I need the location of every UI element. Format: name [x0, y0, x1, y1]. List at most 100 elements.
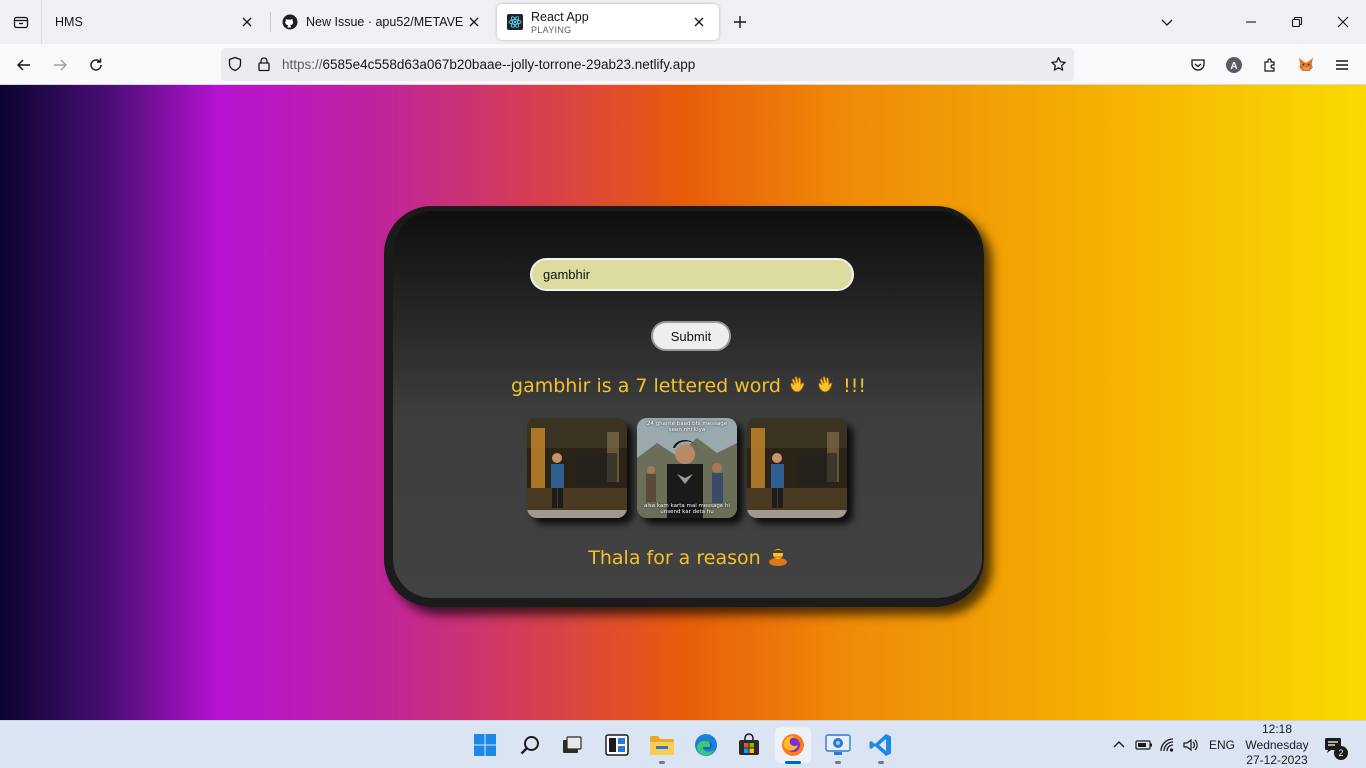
store-bag-icon — [739, 733, 759, 755]
forward-button[interactable] — [45, 50, 75, 80]
firefox-icon — [782, 734, 804, 756]
tab-list-button[interactable] — [0, 0, 42, 44]
word-card: Submit gambhir is a 7 lettered word !!! — [384, 206, 984, 607]
running-indicator — [835, 761, 841, 764]
close-icon — [1337, 16, 1349, 28]
minimize-button[interactable] — [1228, 0, 1274, 44]
clock-time: 12:18 — [1261, 722, 1293, 736]
tab-new-issue[interactable]: New Issue · apu52/METAVERSE — [272, 4, 494, 40]
tab-title: HMS — [55, 15, 83, 29]
widgets-button[interactable] — [599, 727, 635, 763]
battery-status[interactable] — [1134, 735, 1154, 755]
forward-arrow-icon — [54, 59, 67, 71]
speaker-icon — [1183, 738, 1198, 752]
restore-button[interactable] — [1274, 0, 1320, 44]
input-language-indicator[interactable]: ENG — [1209, 738, 1235, 752]
url-host: 6585e4c558d63a067b20baae--jolly-torrone-… — [322, 57, 696, 72]
battery-icon — [1135, 740, 1152, 750]
windows-logo-icon — [474, 734, 496, 756]
remote-desktop-button[interactable] — [820, 727, 856, 764]
store-button[interactable] — [731, 727, 767, 763]
tab-close-button[interactable] — [689, 12, 709, 32]
tracking-protection-shield-icon[interactable] — [227, 56, 243, 77]
remote-desktop-icon — [825, 734, 851, 755]
edge-icon — [695, 734, 717, 756]
plus-icon — [734, 16, 746, 28]
tab-react-app[interactable]: React App PLAYING — [497, 4, 719, 40]
bowing-person-icon — [767, 545, 789, 572]
clapping-hands-icon — [815, 373, 837, 400]
vscode-button[interactable] — [863, 727, 899, 764]
meme-bottom-caption: aisa kam karta mai message hi unsend kar… — [644, 502, 730, 515]
meme-image-dhoni-1 — [527, 418, 627, 518]
reload-icon — [90, 58, 102, 71]
word-input[interactable] — [530, 258, 854, 291]
show-hidden-icons-button[interactable] — [1109, 735, 1129, 755]
meme-top-caption: 24 ghante baad bhi message seen nhi kiya — [646, 421, 728, 434]
app-menu-button[interactable] — [1327, 50, 1357, 80]
submit-button-label: Submit — [670, 328, 712, 344]
address-bar[interactable]: https://6585e4c558d63a067b20baae--jolly-… — [221, 48, 1074, 81]
folder-icon — [650, 736, 674, 755]
tab-strip: HMS New Issue · apu52/METAVERSE React Ap… — [0, 0, 1366, 44]
task-view-button[interactable] — [554, 727, 590, 763]
tab-title: React App — [531, 9, 589, 24]
result-text: gambhir is a 7 lettered word — [511, 375, 781, 397]
running-indicator — [878, 761, 884, 764]
result-exclamation: !!! — [843, 375, 866, 397]
volume-control[interactable] — [1181, 735, 1201, 755]
clapping-hands-icon — [787, 373, 809, 400]
submit-button[interactable]: Submit — [651, 321, 731, 351]
tab-list-icon — [13, 16, 28, 29]
chevron-down-icon — [1161, 19, 1173, 26]
close-icon — [694, 17, 704, 27]
navigation-toolbar: https://6585e4c558d63a067b20baae--jolly-… — [0, 44, 1366, 85]
url-text: https://6585e4c558d63a067b20baae--jolly-… — [282, 57, 695, 72]
meme-gallery: 24 ghante baad bhi message seen nhi kiya… — [527, 418, 847, 518]
list-all-tabs-button[interactable] — [1144, 0, 1190, 44]
new-tab-button[interactable] — [728, 10, 752, 34]
taskbar: ENG 12:18 Wednesday 27-12-2023 — [0, 720, 1366, 768]
running-indicator — [659, 761, 665, 764]
close-icon — [469, 17, 479, 27]
meme-image-dhoni-2 — [747, 418, 847, 518]
pocket-button[interactable] — [1183, 50, 1213, 80]
widgets-icon — [605, 734, 629, 756]
active-indicator — [785, 761, 801, 764]
metamask-extension-button[interactable] — [1291, 50, 1321, 80]
lock-icon[interactable] — [256, 56, 272, 77]
edge-button[interactable] — [688, 727, 724, 763]
account-avatar-icon: A — [1226, 57, 1242, 73]
tab-close-button[interactable] — [237, 12, 257, 32]
tagline-text: Thala for a reason — [588, 547, 761, 569]
extensions-button[interactable] — [1255, 50, 1285, 80]
tab-hms[interactable]: HMS — [45, 4, 267, 40]
tab-title: New Issue · apu52/METAVERSE — [306, 15, 464, 29]
tab-separator — [270, 12, 271, 32]
tagline: Thala for a reason — [393, 545, 984, 572]
task-view-icon — [563, 736, 582, 753]
file-explorer-button[interactable] — [644, 727, 680, 764]
result-message: gambhir is a 7 lettered word !!! — [393, 373, 984, 400]
wifi-icon — [1160, 738, 1174, 752]
clock-day: Wednesday — [1245, 737, 1309, 752]
search-button[interactable] — [512, 727, 548, 763]
restore-icon — [1291, 16, 1303, 28]
puzzle-icon — [1264, 58, 1275, 72]
back-arrow-icon — [17, 59, 30, 71]
firefox-button[interactable] — [775, 727, 811, 764]
reload-button[interactable] — [81, 50, 111, 80]
close-window-button[interactable] — [1320, 0, 1366, 44]
start-button[interactable] — [467, 727, 503, 763]
tab-playing-label: PLAYING — [531, 24, 572, 35]
chevron-up-icon — [1113, 741, 1125, 748]
clock[interactable]: 12:18 Wednesday 27-12-2023 — [1236, 722, 1318, 768]
vscode-icon — [869, 734, 891, 756]
bookmark-star-icon[interactable] — [1050, 56, 1067, 78]
url-scheme: https:// — [282, 57, 323, 72]
back-button[interactable] — [9, 50, 39, 80]
tab-close-button[interactable] — [464, 12, 484, 32]
react-icon — [507, 14, 523, 30]
network-status[interactable] — [1158, 735, 1178, 755]
account-button[interactable]: A — [1219, 50, 1249, 80]
